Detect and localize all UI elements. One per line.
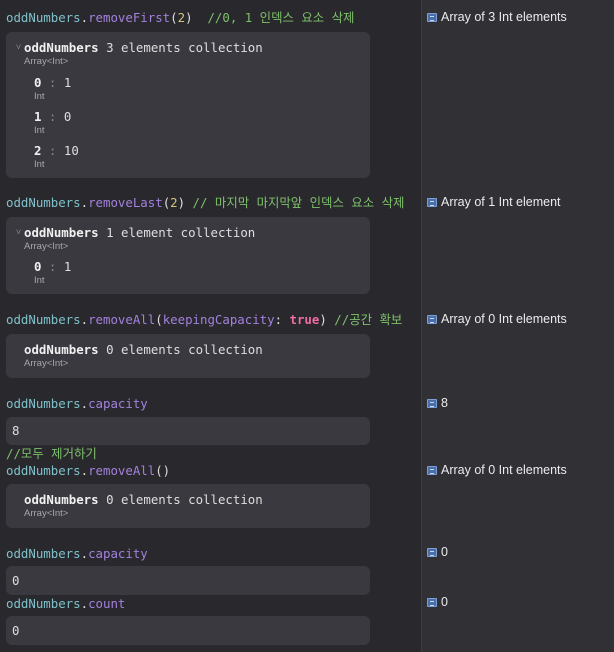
result-badge[interactable]: 8 <box>427 396 448 410</box>
result-label: 8 <box>441 396 448 410</box>
code-comment: //공간 확보 <box>326 312 403 327</box>
code-property: count <box>88 596 126 611</box>
code-method: removeLast <box>88 195 163 210</box>
code-line-remove-last[interactable]: oddNumbers.removeLast(2) // 마지막 마지막앞 인덱스… <box>6 195 404 211</box>
result-quicklook-icon[interactable] <box>427 598 437 607</box>
collection-element: 1 : 0 Int <box>34 109 72 136</box>
panel-header: ˅ oddNumbers 1 element collection <box>16 225 255 240</box>
collection-description: 0 elements collection <box>98 342 263 357</box>
code-editor[interactable]: oddNumbers.removeFirst(2) //0, 1 인덱스 요소 … <box>0 0 421 652</box>
code-number: 2 <box>170 195 178 210</box>
code-comment: //모두 제거하기 <box>6 446 97 461</box>
result-value: 0 <box>12 573 20 588</box>
panel-header: oddNumbers 0 elements collection <box>24 342 263 357</box>
collection-description: 1 element collection <box>98 225 256 240</box>
variable-name: oddNumbers <box>24 342 99 357</box>
code-property: capacity <box>88 546 148 561</box>
collection-type: Array<Int> <box>24 358 69 369</box>
element-type: Int <box>34 125 45 136</box>
code-comment: //0, 1 인덱스 요소 삭제 <box>192 10 355 25</box>
variable-name: oddNumbers <box>24 40 99 55</box>
code-comment: // 마지막 마지막앞 인덱스 요소 삭제 <box>185 195 405 210</box>
result-badge[interactable]: Array of 1 Int element <box>427 195 561 209</box>
code-number: 2 <box>177 10 186 25</box>
collection-element: 2 : 10 Int <box>34 143 79 170</box>
element-value: 0 <box>63 109 72 124</box>
element-type: Int <box>34 159 45 170</box>
code-line-remove-all-keeping[interactable]: oddNumbers.removeAll(keepingCapacity: tr… <box>6 312 402 328</box>
code-identifier: oddNumbers <box>6 396 81 411</box>
element-value: 1 <box>63 75 72 90</box>
code-identifier: oddNumbers <box>6 463 81 478</box>
result-label: Array of 3 Int elements <box>441 10 567 24</box>
result-value: 8 <box>12 423 20 438</box>
code-identifier: oddNumbers <box>6 546 81 561</box>
code-line-capacity-2[interactable]: oddNumbers.capacity <box>6 546 148 562</box>
code-line-remove-all[interactable]: oddNumbers.removeAll() <box>6 463 170 479</box>
result-quicklook-icon[interactable] <box>427 548 437 557</box>
collection-type: Array<Int> <box>24 241 69 252</box>
code-line-count[interactable]: oddNumbers.count <box>6 596 125 612</box>
result-label: Array of 1 Int element <box>441 195 561 209</box>
result-badge[interactable]: Array of 0 Int elements <box>427 312 567 326</box>
result-panel-capacity: 8 <box>6 417 370 445</box>
result-badge[interactable]: 0 <box>427 545 448 559</box>
result-quicklook-icon[interactable] <box>427 13 437 22</box>
result-badge[interactable]: Array of 0 Int elements <box>427 463 567 477</box>
result-label: 0 <box>441 545 448 559</box>
result-panel-remove-first: ˅ oddNumbers 3 elements collection Array<… <box>6 32 370 178</box>
code-keyword: true <box>289 312 320 327</box>
collection-element: 0 : 1 Int <box>34 75 72 102</box>
result-label: 0 <box>441 595 448 609</box>
element-type: Int <box>34 91 45 102</box>
disclosure-chevron-icon[interactable]: ˅ <box>16 227 24 238</box>
panel-header: oddNumbers 0 elements collection <box>24 492 263 507</box>
result-quicklook-icon[interactable] <box>427 198 437 207</box>
code-identifier: oddNumbers <box>6 312 81 327</box>
code-method: removeAll <box>88 312 156 327</box>
result-badge[interactable]: Array of 3 Int elements <box>427 10 567 24</box>
code-parameter: keepingCapacity <box>162 312 275 327</box>
result-panel-count: 0 <box>6 616 370 645</box>
variable-name: oddNumbers <box>24 492 99 507</box>
code-method: removeAll <box>88 463 156 478</box>
collection-description: 0 elements collection <box>98 492 263 507</box>
result-quicklook-icon[interactable] <box>427 399 437 408</box>
result-value: 0 <box>12 623 20 638</box>
element-value: 1 <box>63 259 72 274</box>
element-type: Int <box>34 275 45 286</box>
result-quicklook-icon[interactable] <box>427 315 437 324</box>
collection-description: 3 elements collection <box>98 40 263 55</box>
code-method: removeFirst <box>88 10 171 25</box>
result-badge[interactable]: 0 <box>427 595 448 609</box>
code-line-comment[interactable]: //모두 제거하기 <box>6 446 97 462</box>
variable-name: oddNumbers <box>24 225 99 240</box>
code-property: capacity <box>88 396 148 411</box>
result-label: Array of 0 Int elements <box>441 312 567 326</box>
code-line-capacity[interactable]: oddNumbers.capacity <box>6 396 148 412</box>
collection-type: Array<Int> <box>24 508 69 519</box>
result-quicklook-icon[interactable] <box>427 466 437 475</box>
result-panel-remove-all: oddNumbers 0 elements collection Array<I… <box>6 484 370 528</box>
code-identifier: oddNumbers <box>6 195 81 210</box>
element-value: 10 <box>63 143 79 158</box>
panel-header: ˅ oddNumbers 3 elements collection <box>16 40 263 55</box>
result-panel-remove-last: ˅ oddNumbers 1 element collection Array<I… <box>6 217 370 294</box>
result-label: Array of 0 Int elements <box>441 463 567 477</box>
code-line-remove-first[interactable]: oddNumbers.removeFirst(2) //0, 1 인덱스 요소 … <box>6 10 354 26</box>
disclosure-chevron-icon[interactable]: ˅ <box>16 42 24 53</box>
results-sidebar <box>421 0 614 652</box>
collection-element: 0 : 1 Int <box>34 259 72 286</box>
result-panel-remove-all-keeping: oddNumbers 0 elements collection Array<I… <box>6 334 370 378</box>
result-panel-capacity-2: 0 <box>6 566 370 595</box>
code-identifier: oddNumbers <box>6 596 81 611</box>
collection-type: Array<Int> <box>24 56 69 67</box>
code-identifier: oddNumbers <box>6 10 81 25</box>
